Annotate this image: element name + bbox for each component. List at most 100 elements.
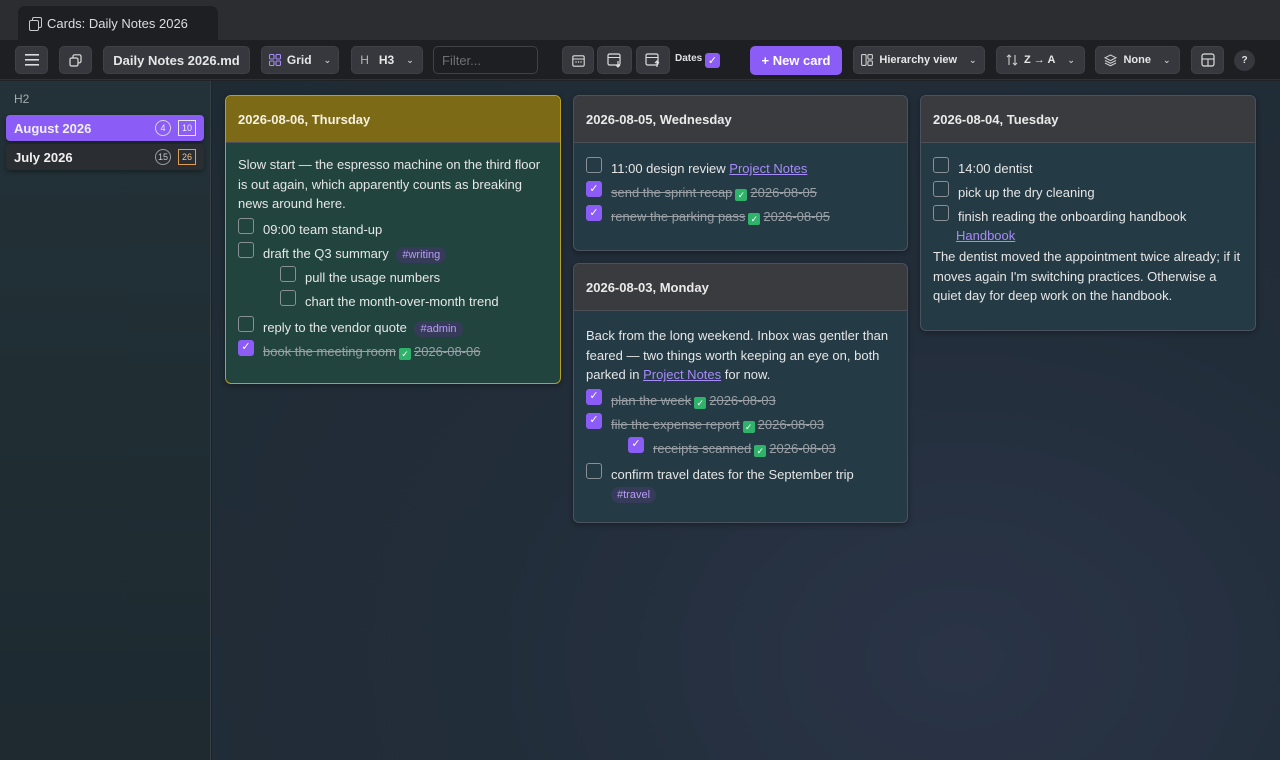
menu-button[interactable] [15, 46, 48, 74]
hierarchy-icon [861, 54, 874, 66]
task-checkbox[interactable] [238, 241, 254, 258]
tag-pill[interactable]: #writing [396, 246, 447, 263]
done-date: 2026-08-03 [709, 392, 776, 408]
group-dropdown[interactable]: None ⌄ [1095, 46, 1180, 74]
dates-checkbox[interactable]: ✓ [705, 53, 720, 68]
task-text: receipts scanned [653, 440, 752, 456]
copy-button[interactable] [59, 46, 92, 74]
layers-icon [1104, 53, 1118, 66]
card-title: 2026-08-04, Tuesday [921, 96, 1255, 143]
total-count-badge: 26 [178, 149, 196, 165]
task-text: pull the usage numbers [305, 269, 441, 285]
hamburger-icon [24, 54, 39, 66]
task-checkbox[interactable] [238, 217, 254, 234]
subtask-item: chart the month-over-month trend [280, 289, 548, 314]
copy-icon [69, 53, 82, 67]
done-date: 2026-08-06 [413, 343, 481, 359]
task-text: chart the month-over-month trend [305, 293, 499, 309]
calendar-arrow-up-icon [645, 53, 660, 67]
done-check-icon: ✓ [748, 213, 761, 225]
layout-dropdown[interactable]: Grid ⌄ [261, 46, 339, 74]
card-wednesday[interactable]: 2026-08-05, Wednesday 11:00 design revie… [573, 95, 908, 251]
project-notes-link[interactable]: Project Notes [643, 367, 721, 382]
task-checkbox[interactable] [280, 289, 296, 306]
open-count-badge: 15 [155, 149, 171, 165]
sidebar-item-july-2026[interactable]: July 2026 15 26 [6, 144, 204, 170]
sidebar-item-august-2026[interactable]: August 2026 4 10 [6, 115, 204, 141]
task-item: confirm travel dates for the September t… [586, 462, 895, 503]
new-card-button[interactable]: + New card [750, 46, 842, 75]
task-checkbox[interactable] [280, 265, 296, 282]
chevron-down-icon: ⌄ [406, 54, 414, 65]
task-checkbox[interactable] [933, 205, 949, 221]
sidebar: H2 August 2026 4 10 July 2026 15 26 [0, 81, 211, 760]
card-paragraph: Back from the long weekend. Inbox was ge… [586, 326, 895, 385]
card-grid: 2026-08-06, Thursday Slow start — the es… [212, 81, 1280, 760]
card-monday[interactable]: 2026-08-03, Monday Back from the long we… [573, 263, 908, 523]
chevron-down-icon: ⌄ [969, 54, 977, 65]
task-text: finish reading the onboarding handbook [958, 209, 1187, 224]
card-paragraph: Slow start — the espresso machine on the… [238, 157, 541, 211]
done-check-icon: ✓ [754, 444, 767, 457]
task-checkbox-checked[interactable]: ✓ [586, 181, 602, 197]
task-text: 11:00 design review [611, 161, 726, 176]
chevron-down-icon: ⌄ [323, 54, 332, 65]
heading-dropdown[interactable]: H H3 ⌄ [351, 46, 423, 74]
task-checkbox-checked[interactable]: ✓ [586, 388, 602, 405]
task-item: 09:00 team stand-up [238, 217, 548, 242]
chevron-down-icon: ⌄ [1162, 54, 1171, 65]
file-name-label: Daily Notes 2026.md [113, 52, 240, 68]
done-check-icon: ✓ [735, 189, 748, 201]
task-item: 11:00 design review Project Notes [586, 157, 895, 181]
task-item: ✓ file the expense report ✓ 2026-08-03 [586, 412, 895, 437]
sort-dropdown[interactable]: Z → A ⌄ [996, 46, 1085, 74]
sidebar-item-label: July 2026 [14, 149, 73, 165]
calendar-down-button[interactable] [597, 46, 632, 74]
task-checkbox-checked[interactable]: ✓ [586, 205, 602, 221]
task-checkbox[interactable] [586, 157, 602, 173]
task-checkbox[interactable] [933, 157, 949, 173]
sort-icon [1006, 54, 1018, 66]
task-item: reply to the vendor quote #admin [238, 315, 548, 340]
chevron-down-icon: ⌄ [1067, 54, 1075, 65]
cards-icon [29, 17, 42, 31]
task-checkbox-checked[interactable]: ✓ [238, 339, 254, 356]
file-name-button[interactable]: Daily Notes 2026.md [103, 46, 250, 74]
filter-input[interactable] [433, 46, 538, 74]
task-item: ✓ send the sprint recap ✓ 2026-08-05 [586, 181, 895, 205]
task-checkbox[interactable] [238, 315, 254, 332]
hierarchy-dropdown[interactable]: Hierarchy view ⌄ [853, 46, 985, 74]
tag-pill[interactable]: #travel [611, 486, 657, 503]
layout-icon [1200, 53, 1215, 67]
title-bar: Cards: Daily Notes 2026 [0, 0, 1280, 40]
done-check-icon: ✓ [694, 396, 707, 409]
calendar-up-button[interactable] [636, 46, 670, 74]
task-text: file the expense report [611, 416, 740, 432]
project-notes-link[interactable]: Project Notes [729, 161, 807, 176]
task-checkbox-checked[interactable]: ✓ [628, 436, 644, 453]
layout-settings-button[interactable] [1191, 46, 1224, 74]
subtask-item: ✓ receipts scanned ✓ 2026-08-03 [628, 436, 895, 461]
task-checkbox[interactable] [586, 462, 602, 479]
task-checkbox[interactable] [933, 181, 949, 197]
help-button[interactable]: ? [1234, 50, 1255, 71]
task-checkbox-checked[interactable]: ✓ [586, 412, 602, 429]
task-item: finish reading the onboarding handbook H… [933, 205, 1243, 245]
card-tuesday[interactable]: 2026-08-04, Tuesday 14:00 dentist pick u… [920, 95, 1256, 331]
task-text: confirm travel dates for the September t… [611, 466, 854, 482]
task-item: ✓ renew the parking pass ✓ 2026-08-05 [586, 205, 895, 229]
calendar-icon [571, 54, 585, 67]
card-thursday[interactable]: 2026-08-06, Thursday Slow start — the es… [225, 95, 561, 384]
done-check-icon: ✓ [742, 420, 755, 433]
calendar-button[interactable] [562, 46, 594, 74]
card-title: 2026-08-06, Thursday [226, 96, 560, 143]
file-tab[interactable]: Cards: Daily Notes 2026 [18, 6, 218, 40]
tag-pill[interactable]: #admin [414, 320, 463, 337]
sort-label: Z → A [1024, 54, 1056, 66]
open-count-badge: 4 [155, 120, 171, 136]
handbook-link[interactable]: Handbook [956, 228, 1015, 243]
task-text: 09:00 team stand-up [263, 221, 383, 237]
subtask-item: pull the usage numbers [280, 265, 548, 290]
task-text: renew the parking pass [611, 209, 746, 224]
card-title: 2026-08-05, Wednesday [574, 96, 907, 143]
